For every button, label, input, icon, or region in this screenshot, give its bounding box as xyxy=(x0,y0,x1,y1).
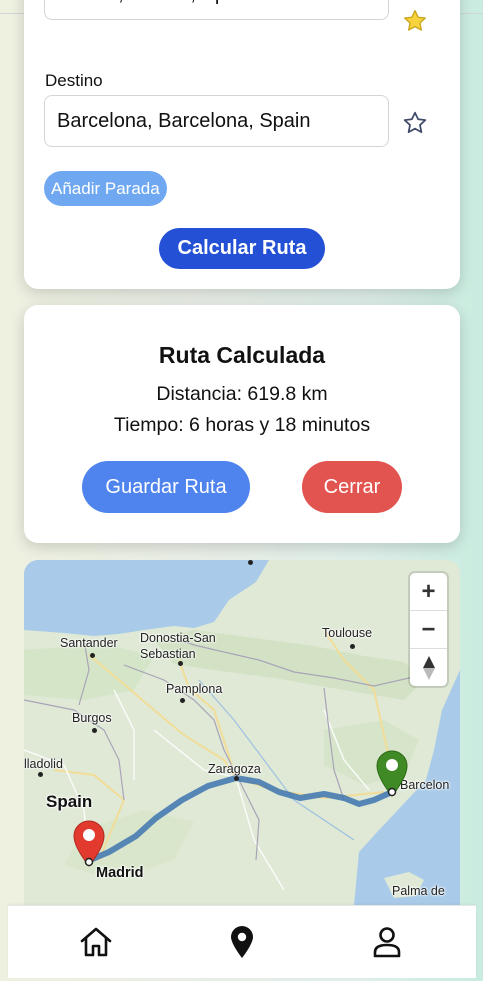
calculate-route-button[interactable]: Calcular Ruta xyxy=(159,228,325,269)
close-button[interactable]: Cerrar xyxy=(302,461,402,513)
country-label-spain: Spain xyxy=(46,792,93,811)
route-form-card: Destino Añadir Parada Calcular Ruta xyxy=(24,0,460,289)
bottom-navigation xyxy=(8,905,476,978)
zoom-out-button[interactable]: − xyxy=(410,611,447,649)
save-route-button[interactable]: Guardar Ruta xyxy=(82,461,250,513)
destination-favorite-star-icon[interactable] xyxy=(402,110,428,136)
nav-profile-button[interactable] xyxy=(369,924,405,960)
map-pin-icon xyxy=(231,926,253,958)
city-dot xyxy=(248,560,253,565)
home-icon xyxy=(80,927,112,957)
origin-input[interactable] xyxy=(44,0,389,20)
city-label-pamplona: Pamplona xyxy=(166,682,223,696)
route-distance: Distancia: 619.8 km xyxy=(156,383,328,405)
route-time: Tiempo: 6 horas y 18 minutos xyxy=(113,414,371,436)
city-label-santander: Santander xyxy=(60,636,118,650)
city-dot xyxy=(180,698,185,703)
route-result-card: Ruta Calculada Distancia: 619.8 km Tiemp… xyxy=(24,305,460,543)
destination-marker-icon[interactable] xyxy=(373,748,411,798)
add-stop-button[interactable]: Añadir Parada xyxy=(44,171,167,206)
nav-map-button[interactable] xyxy=(224,924,260,960)
city-label-valladolid: lladolid xyxy=(24,757,63,771)
compass-icon xyxy=(422,655,435,680)
city-dot xyxy=(92,728,97,733)
city-dot xyxy=(234,776,239,781)
city-label-zaragoza: Zaragoza xyxy=(208,762,261,776)
city-label-burgos: Burgos xyxy=(72,711,112,725)
destination-input[interactable] xyxy=(44,95,389,147)
map-zoom-controls: + − xyxy=(410,573,447,686)
city-dot xyxy=(178,661,183,666)
compass-button[interactable] xyxy=(410,649,447,686)
nav-home-button[interactable] xyxy=(78,924,114,960)
city-dot xyxy=(350,644,355,649)
route-map[interactable]: Santander Donostia-San Sebastian Toulous… xyxy=(24,560,460,905)
user-icon xyxy=(373,927,401,958)
origin-marker-icon[interactable] xyxy=(70,818,108,868)
city-dot xyxy=(90,653,95,658)
city-label-donostia: Donostia-San Sebastian xyxy=(140,631,216,661)
city-label-palma: Palma de xyxy=(392,884,445,898)
city-label-toulouse: Toulouse xyxy=(322,626,373,640)
result-title: Ruta Calculada xyxy=(158,342,326,368)
origin-favorite-star-icon[interactable] xyxy=(402,8,428,34)
destination-label: Destino xyxy=(45,71,103,90)
zoom-in-button[interactable]: + xyxy=(410,573,447,611)
city-dot xyxy=(38,772,43,777)
